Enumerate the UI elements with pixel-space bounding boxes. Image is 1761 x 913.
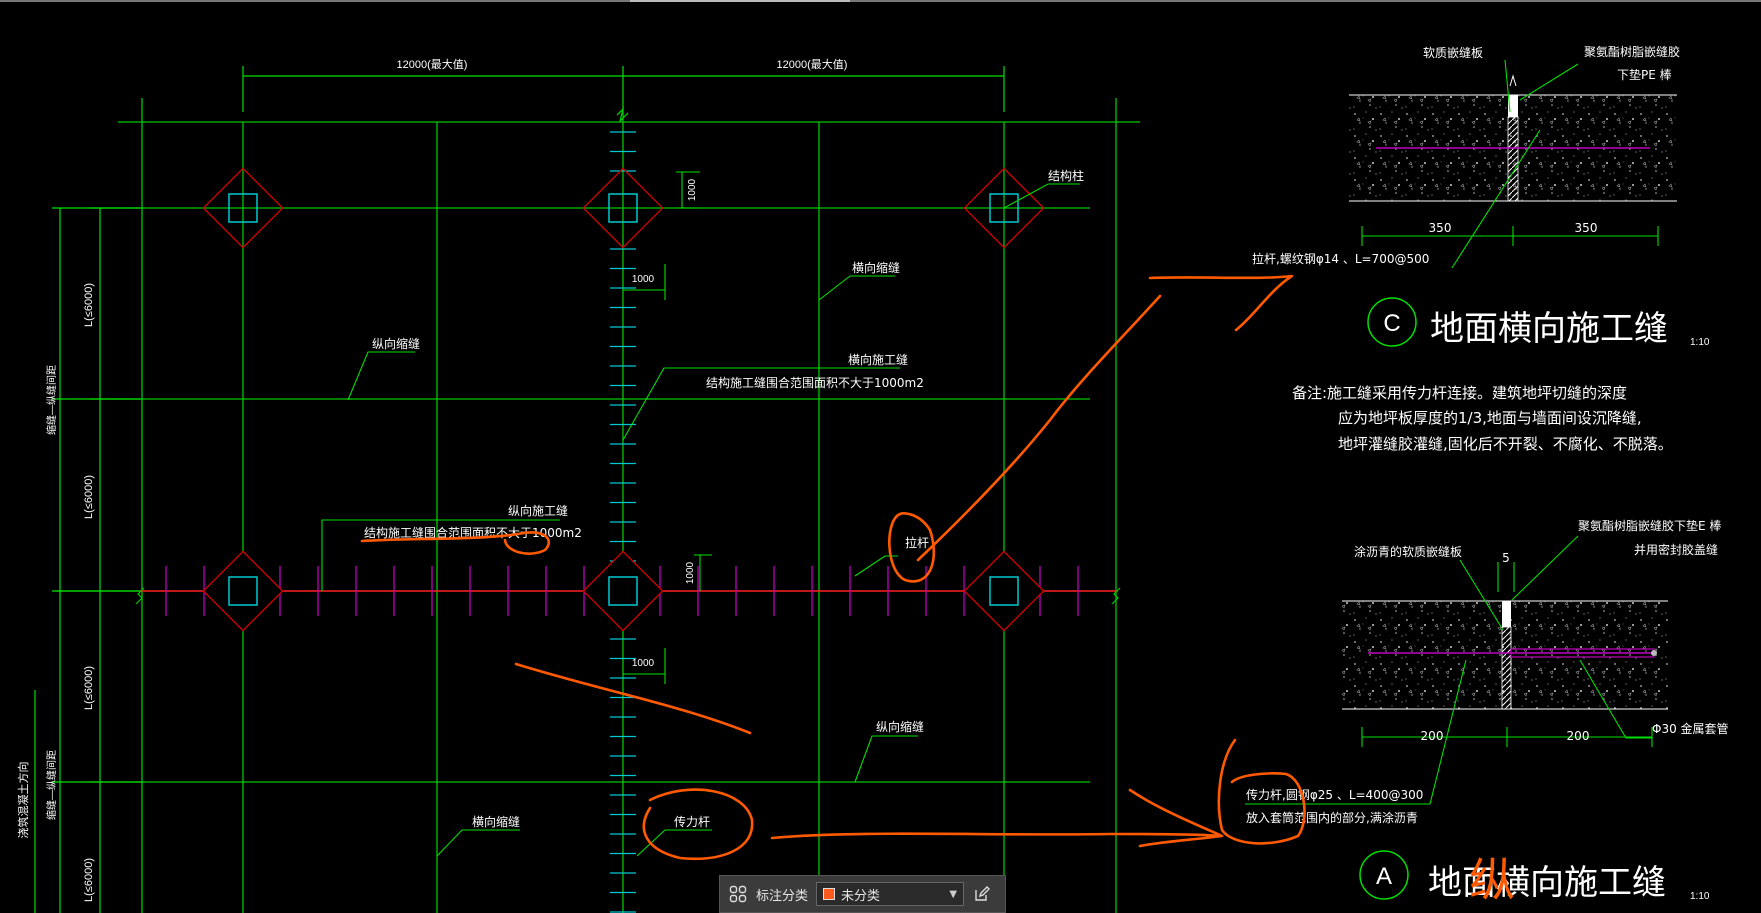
plan-leaders	[321, 183, 1080, 857]
c-label-sealant: 聚氨酯树脂嵌缝胶	[1584, 44, 1680, 59]
a-dowel-note-2: 放入套筒范围内的部分,满涂沥青	[1246, 810, 1418, 825]
a-dim-left: 200	[1421, 729, 1444, 743]
detail-c-title-group: C 地面横向施工缝 1:10	[1367, 297, 1710, 349]
left-side-label-2: 缩缝—纵缝间距	[45, 750, 58, 820]
c-dim-left: 350	[1429, 221, 1452, 235]
handwritten-mark: 纵	[1469, 853, 1515, 907]
label-longitudinal-shrinkage-2: 纵向缩缝	[876, 719, 924, 734]
c-label-board: 软质嵌缝板	[1423, 45, 1483, 60]
c-tie-note: 拉杆,螺纹钢φ14 、L=700@500	[1252, 251, 1429, 266]
detail-c-title: 地面横向施工缝	[1430, 309, 1668, 349]
detail-a-title: 地面横向施工缝	[1428, 863, 1666, 903]
category-color-swatch	[823, 888, 836, 900]
a-label-board: 涂沥青的软质嵌缝板	[1354, 544, 1462, 559]
detail-c-scale: 1:10	[1690, 337, 1710, 348]
top-dimensions	[242, 66, 1005, 112]
detail-c-letter: C	[1383, 310, 1400, 337]
a-sleeve: Φ30 金属套管	[1652, 721, 1729, 736]
label-longitudinal-construction: 纵向施工缝	[508, 503, 568, 518]
a-label-sealant2: 并用密封胶盖缝	[1634, 542, 1718, 557]
a-label-sealant: 聚氨酯树脂嵌缝胶下垫E 棒	[1578, 518, 1721, 533]
a-dim-5: 5	[1502, 551, 1510, 565]
dowel-ticks-vertical	[610, 131, 636, 913]
a-dim-right: 200	[1567, 729, 1590, 743]
column	[582, 550, 664, 632]
label-dowel-bar: 传力杆	[674, 814, 710, 829]
hand-markup	[360, 274, 1306, 860]
transverse-construction-joint	[616, 106, 629, 913]
notes: 备注:施工缝采用传力杆连接。建筑地坪切缝的深度 应为地坪板厚度的1/3,地面与墙…	[1292, 384, 1673, 453]
c-label-pe: 下垫PE 棒	[1617, 67, 1672, 82]
paving-direction: 浇筑混凝土方向	[16, 762, 30, 839]
left-dim-4: L(≤6000)	[83, 858, 95, 902]
cad-drawing: 12000(最大值) 12000(最大值) L(≤6000) L(≤6000) …	[0, 0, 1761, 913]
small-dim-4: 1000	[632, 658, 655, 669]
detail-a-letter: A	[1376, 863, 1392, 890]
small-dim-3: 1000	[685, 561, 696, 584]
label-transverse-shrinkage: 横向缩缝	[852, 260, 900, 275]
small-dim-2: 1000	[632, 274, 655, 285]
left-side-label-1: 缩缝—纵缝间距	[45, 365, 58, 435]
left-dim-2: L(≤6000)	[83, 475, 95, 519]
label-transverse-construction: 横向施工缝	[848, 352, 908, 367]
detail-a-title-group: A 地面横向施工缝 1:10	[1359, 850, 1710, 903]
edit-icon[interactable]	[972, 884, 992, 904]
label-tie-bar: 拉杆	[905, 535, 929, 550]
label-transverse-shrinkage-2: 横向缩缝	[472, 814, 520, 829]
annotation-category-bar: 标注分类 未分类 ▼	[719, 875, 1006, 913]
column	[963, 550, 1045, 632]
category-selected-value: 未分类	[841, 888, 881, 904]
chevron-down-icon: ▼	[949, 888, 958, 900]
grid-icon[interactable]	[728, 884, 748, 904]
left-dim-3: L(≤6000)	[83, 666, 95, 710]
label-area-note-1: 结构施工缝围合范围面积不大于1000m2	[706, 375, 924, 390]
small-dim-1: 1000	[687, 178, 698, 201]
column	[202, 550, 284, 632]
a-dowel-note-1: 传力杆,圆钢φ25 、L=400@300	[1246, 787, 1423, 802]
note-line-3: 地坪灌缝胶灌缝,固化后不开裂、不腐化、不脱落。	[1338, 435, 1673, 453]
annotation-category-label: 标注分类	[756, 888, 809, 904]
label-longitudinal-shrinkage: 纵向缩缝	[372, 336, 420, 351]
top-dim-2: 12000(最大值)	[777, 57, 848, 71]
detail-a-scale: 1:10	[1690, 891, 1710, 902]
detail-c-section	[1349, 74, 1677, 202]
note-line-2: 应为地坪板厚度的1/3,地面与墙面间设沉降缝,	[1338, 409, 1642, 427]
annotation-category-select[interactable]: 未分类 ▼	[816, 882, 965, 906]
label-column: 结构柱	[1048, 168, 1084, 183]
top-dim-1: 12000(最大值)	[397, 57, 468, 71]
left-dim-1: L(≤6000)	[83, 283, 95, 327]
c-dim-right: 350	[1575, 221, 1598, 235]
note-line-1: 备注:施工缝采用传力杆连接。建筑地坪切缝的深度	[1292, 384, 1627, 402]
detail-a-section	[1342, 600, 1668, 710]
